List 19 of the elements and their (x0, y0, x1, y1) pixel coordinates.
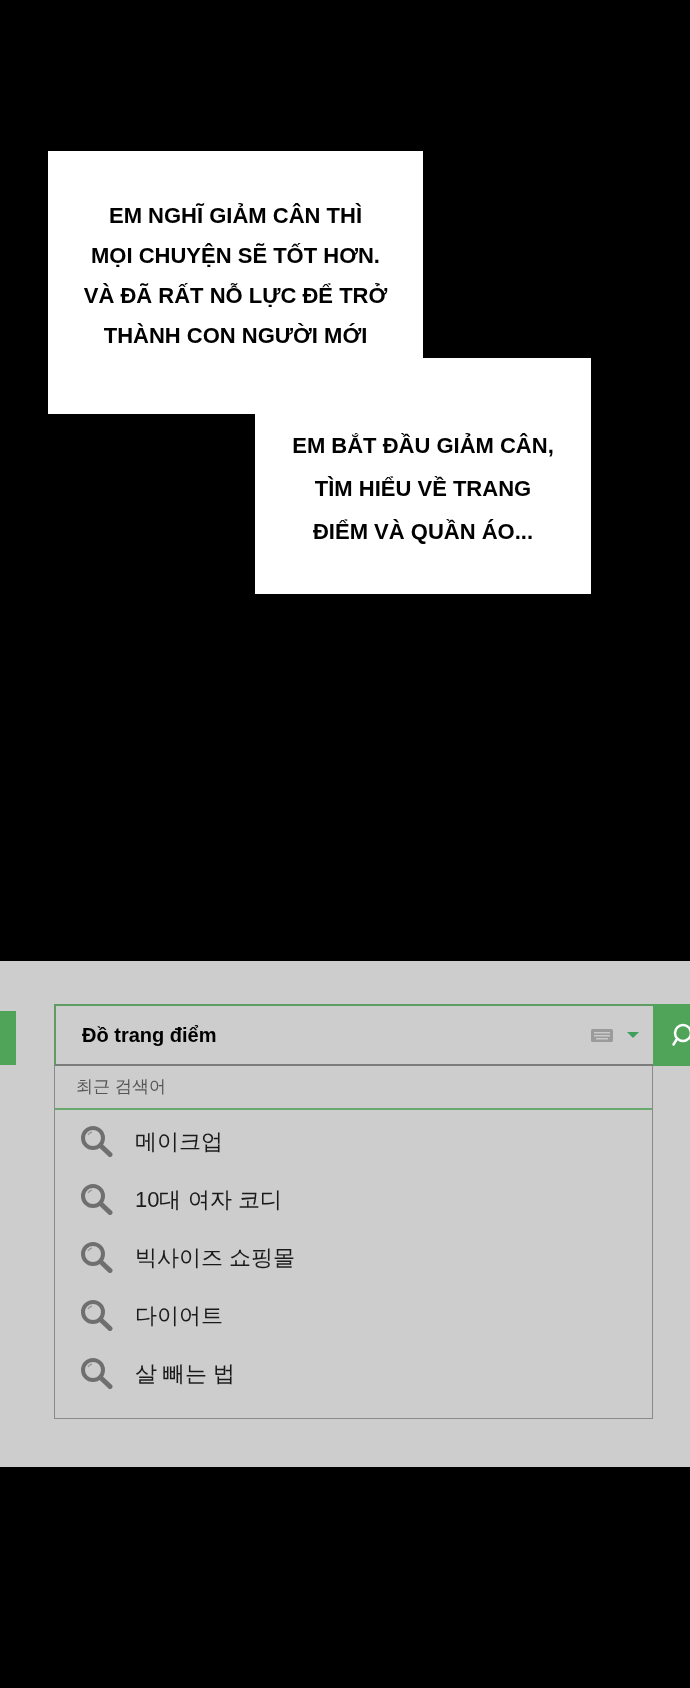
keyboard-icon[interactable] (591, 1028, 613, 1042)
edge-block (0, 1011, 16, 1065)
search-icon (80, 1299, 113, 1331)
caption-text: EM NGHĨ GIẢM CÂN THÌ MỌI CHUYỆN SẼ TỐT HƠN. VÀ ĐÃ RẤT NỖ LỰC ĐỂ TRỞ THÀNH CON NGƯỜI MỚI (83, 202, 388, 350)
recent-search-item[interactable]: 다이어트 (55, 1286, 652, 1344)
recent-search-item[interactable]: 빅사이즈 쇼핑몰 (55, 1228, 652, 1286)
caret-icon[interactable] (627, 1032, 639, 1038)
recent-search-item[interactable]: 메이크업 (55, 1112, 652, 1170)
search-icon (80, 1125, 113, 1157)
search-icon (80, 1183, 113, 1215)
caption-text: EM BẮT ĐẦU GIẢM CÂN, TÌM HIỂU VỀ TRANG ĐIỂM VÀ QUẦN ÁO... (292, 432, 554, 546)
search-icon (80, 1241, 113, 1273)
recent-search-item[interactable]: 10대 여자 코디 (55, 1170, 652, 1228)
recent-search-item[interactable]: 살 빼는 법 (55, 1344, 652, 1402)
search-icon (672, 1023, 690, 1047)
search-icon (80, 1357, 113, 1389)
recent-searches-label: 최근 검색어 (76, 1076, 166, 1099)
search-button[interactable] (653, 1004, 690, 1066)
search-field[interactable]: Đồ trang điểm (54, 1004, 653, 1066)
